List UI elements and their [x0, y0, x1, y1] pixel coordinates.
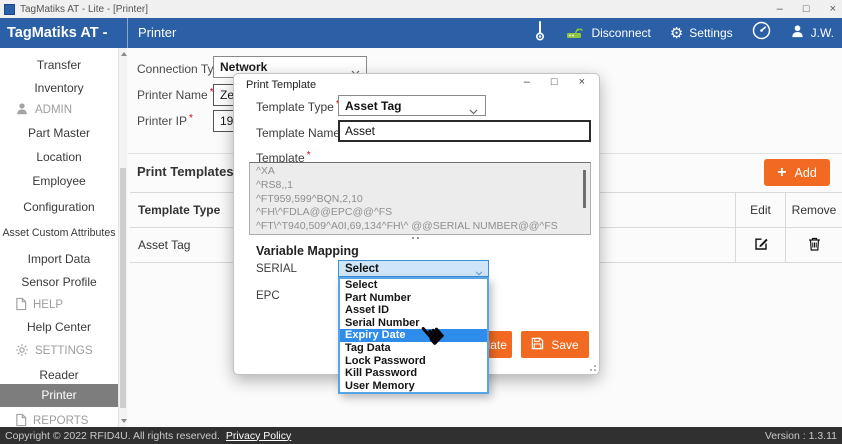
sidebar-item-location[interactable]: Location [0, 146, 118, 168]
print-templates-title: Print Templates [137, 164, 234, 179]
save-button-label: Save [551, 338, 578, 352]
required-asterisk: * [307, 150, 311, 161]
sidebar-item-sensor-profile[interactable]: Sensor Profile [0, 271, 118, 293]
dialog-minimize-button[interactable]: – [524, 76, 530, 88]
dropdown-option-serial-number[interactable]: Serial Number [340, 317, 487, 330]
sidebar-item-transfer[interactable]: Transfer [0, 54, 118, 76]
document-icon [15, 297, 27, 314]
printer-ip-label: Printer IP* [137, 113, 193, 128]
remove-row-button[interactable] [785, 228, 842, 263]
plus-icon: + [777, 165, 786, 181]
sidebar-scrollbar[interactable] [118, 48, 127, 427]
os-titlebar: TagMatiks AT - Lite - [Printer] – □ × [0, 0, 842, 18]
window-minimize-button[interactable]: – [777, 0, 783, 18]
trash-icon [807, 236, 822, 255]
privacy-policy-link[interactable]: Privacy Policy [226, 430, 291, 442]
print-template-dialog: Print Template – □ × Template Type* Asse… [233, 73, 600, 375]
edit-row-button[interactable] [735, 228, 785, 263]
sidebar-section-help[interactable]: HELP [0, 294, 118, 316]
template-type-label: Template Type* [256, 99, 340, 114]
window-title: TagMatiks AT - Lite - [Printer] [20, 4, 148, 15]
sidebar-item-asset-custom-attributes[interactable]: Asset Custom Attributes [0, 222, 118, 244]
connection-type-value: Network [220, 60, 267, 74]
application-window: TagMatiks AT - Lite - [Printer] – □ × Ta… [0, 0, 842, 444]
sidebar-item-employee[interactable]: Employee [0, 170, 118, 192]
settings-button[interactable]: ⚙ Settings [670, 26, 733, 41]
sidebar-section-label: SETTINGS [35, 345, 93, 357]
page-title: Printer [138, 18, 176, 48]
dialog-resize-grip[interactable] [588, 363, 596, 371]
sidebar: Transfer Inventory ADMIN Part Master Loc… [0, 48, 127, 427]
dashboard-icon[interactable] [752, 21, 771, 45]
app-header: TagMatiks AT - Lite Printer Disconnect ⚙… [0, 18, 842, 48]
user-icon [790, 24, 805, 42]
reader-icon [565, 24, 585, 43]
dropdown-option-asset-id[interactable]: Asset ID [340, 304, 487, 317]
sidebar-section-settings[interactable]: SETTINGS [0, 340, 118, 362]
copyright-text: Copyright © 2022 RFID4U. All rights rese… [5, 430, 220, 442]
column-header-remove: Remove [785, 193, 842, 228]
serial-mapping-select[interactable]: Select [338, 260, 489, 277]
add-button-label: Add [795, 166, 817, 180]
epc-variable-label: EPC [256, 290, 280, 302]
edit-icon [753, 236, 769, 255]
thermometer-icon[interactable] [534, 20, 546, 47]
template-name-input[interactable]: Asset [338, 120, 591, 142]
sidebar-item-inventory[interactable]: Inventory [0, 77, 118, 99]
template-code-textarea[interactable]: ^XA ^RS8,,1 ^FT959,599^BQN,2,10 ^FH\^FDL… [249, 162, 591, 235]
admin-user-icon [15, 102, 29, 119]
column-header-edit: Edit [735, 193, 785, 228]
sidebar-section-label: REPORTS [33, 415, 88, 427]
dialog-close-button[interactable]: × [579, 76, 585, 88]
settings-gear-icon [15, 343, 29, 360]
sidebar-item-reader[interactable]: Reader [0, 364, 118, 386]
disconnect-button[interactable]: Disconnect [565, 24, 650, 43]
disconnect-label: Disconnect [591, 26, 650, 40]
sidebar-item-configuration[interactable]: Configuration [0, 196, 118, 218]
save-button[interactable]: Save [521, 331, 589, 358]
dropdown-option-kill-password[interactable]: Kill Password [340, 367, 487, 380]
dropdown-option-user-memory[interactable]: User Memory [340, 380, 487, 393]
dialog-title: Print Template [246, 79, 316, 91]
user-initials: J.W. [811, 26, 834, 40]
textarea-scrollbar-thumb[interactable] [583, 170, 586, 208]
sidebar-item-import-data[interactable]: Import Data [0, 248, 118, 270]
dropdown-option-part-number[interactable]: Part Number [340, 292, 487, 305]
sidebar-item-part-master[interactable]: Part Master [0, 122, 118, 144]
dialog-maximize-button[interactable]: □ [551, 76, 558, 88]
floppy-icon [531, 337, 544, 353]
brand-title: TagMatiks AT - Lite [0, 18, 127, 48]
sidebar-item-help-center[interactable]: Help Center [0, 316, 118, 338]
template-name-label: Template Name* [256, 125, 346, 140]
gear-icon: ⚙ [670, 26, 683, 41]
template-type-select[interactable]: Asset Tag [338, 95, 486, 116]
printer-name-label: Printer Name* [137, 87, 214, 102]
sidebar-section-label: ADMIN [35, 104, 72, 116]
footer-bar: Copyright © 2022 RFID4U. All rights rese… [0, 427, 842, 444]
serial-variable-label: SERIAL [256, 263, 297, 275]
sidebar-item-printer[interactable]: Printer [0, 384, 118, 407]
add-template-button[interactable]: + Add [764, 159, 830, 186]
dropdown-option-lock-password[interactable]: Lock Password [340, 355, 487, 368]
template-type-value: Asset Tag [345, 99, 401, 113]
sidebar-section-admin[interactable]: ADMIN [0, 99, 118, 121]
chevron-down-icon [469, 104, 478, 118]
header-divider [127, 18, 128, 48]
scroll-up-icon[interactable] [121, 52, 127, 56]
user-menu[interactable]: J.W. [790, 24, 834, 42]
sidebar-section-label: HELP [33, 299, 63, 311]
app-icon [4, 4, 15, 15]
scrollbar-thumb[interactable] [120, 168, 126, 408]
window-close-button[interactable]: × [830, 0, 836, 18]
serial-mapping-value: Select [345, 263, 379, 275]
required-asterisk: * [189, 113, 193, 124]
dropdown-option-tag-data[interactable]: Tag Data [340, 342, 487, 355]
dropdown-option-select[interactable]: Select [340, 279, 487, 292]
textarea-resize-dots [412, 237, 422, 240]
scroll-down-icon[interactable] [121, 419, 127, 423]
window-maximize-button[interactable]: □ [803, 0, 810, 18]
variable-mapping-title: Variable Mapping [256, 244, 359, 258]
version-text: Version : 1.3.11 [765, 430, 837, 442]
settings-label: Settings [689, 26, 732, 40]
